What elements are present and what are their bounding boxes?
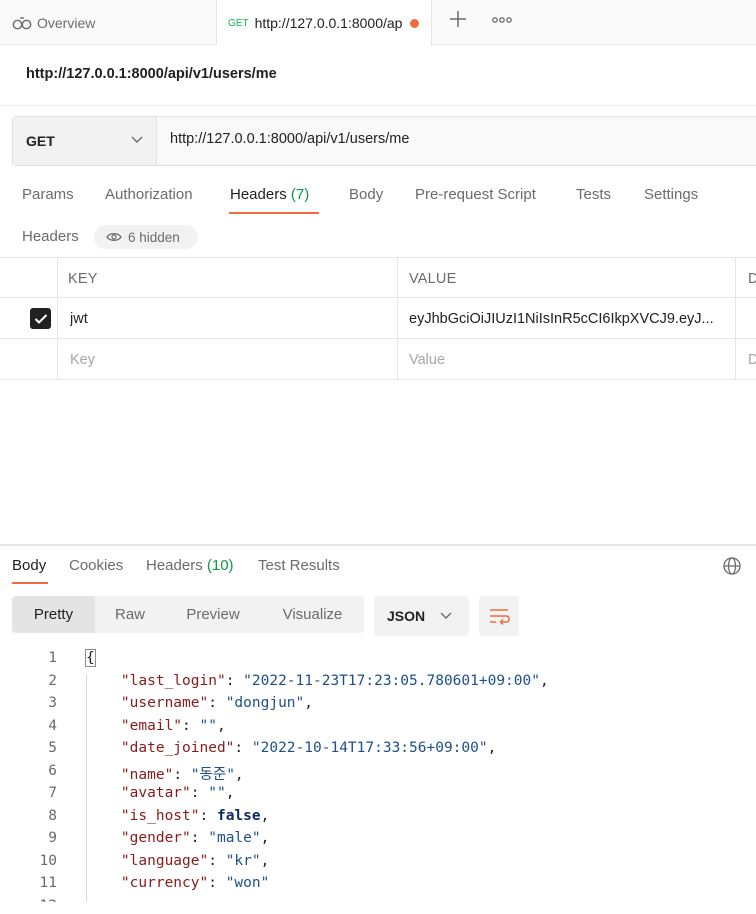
table-header-row: KEY VALUE D: [0, 257, 756, 299]
response-tab-headers[interactable]: Headers (10): [146, 557, 234, 574]
key-placeholder[interactable]: Key: [70, 339, 95, 380]
response-tab-test-results[interactable]: Test Results: [258, 557, 340, 574]
line-number: 8: [48, 807, 57, 824]
line-number: 4: [48, 717, 57, 734]
code-line: "currency": "won": [120, 875, 270, 891]
tab-bar: Overview GET http://127.0.0.1:8000/api/v…: [0, 0, 756, 46]
line-number: 6: [48, 762, 57, 779]
line-number: 2: [48, 672, 57, 689]
tab-prerequest-script[interactable]: Pre-request Script: [415, 186, 536, 203]
value-placeholder[interactable]: Value: [409, 339, 445, 380]
tab-authorization[interactable]: Authorization: [105, 186, 193, 203]
code-line: "avatar": "",: [120, 785, 235, 801]
unsaved-dot-icon: [409, 18, 419, 28]
tab-method: GET: [228, 17, 249, 29]
code-line: "is_host": false,: [120, 807, 270, 824]
response-body-editor[interactable]: 123456789101112 { "last_login": "2022-11…: [0, 648, 756, 902]
chevron-down-icon: [440, 612, 452, 619]
view-preview-button[interactable]: Preview: [165, 596, 261, 633]
response-tab-cookies[interactable]: Cookies: [69, 557, 123, 574]
code-line: "name": "동준",: [120, 766, 244, 783]
tab-body[interactable]: Body: [349, 186, 383, 203]
column-value: VALUE: [409, 270, 457, 287]
response-divider[interactable]: [0, 544, 756, 546]
url-bar: GET http://127.0.0.1:8000/api/v1/users/m…: [12, 116, 756, 166]
new-tab-plus-icon[interactable]: [446, 8, 470, 32]
hidden-chip-label: 6 hidden: [128, 229, 180, 245]
line-number: 3: [48, 695, 57, 711]
url-input[interactable]: http://127.0.0.1:8000/api/v1/users/me: [170, 131, 409, 147]
tab-headers-count: (7): [290, 186, 310, 203]
line-number: 11: [39, 875, 57, 891]
tab-overview-label: Overview: [37, 14, 96, 31]
view-pretty-button[interactable]: Pretty: [12, 596, 95, 633]
request-tabs: Params Authorization Headers (7) Body Pr…: [0, 180, 756, 216]
wrap-lines-icon: [490, 609, 510, 626]
code-line: "email": "",: [120, 717, 226, 734]
code-open-brace: {: [85, 649, 96, 667]
request-name[interactable]: http://127.0.0.1:8000/api/v1/users/me: [26, 66, 277, 82]
headers-section-label: Headers: [22, 228, 79, 245]
line-number: 5: [48, 740, 57, 756]
active-response-tab-indicator: [12, 582, 48, 584]
code-line: "last_login": "2022-11-23T17:23:05.78060…: [120, 672, 549, 689]
wrap-lines-button[interactable]: [479, 596, 519, 636]
header-key-cell[interactable]: jwt: [70, 298, 88, 339]
code-line: "date_joined": "2022-10-14T17:33:56+09:0…: [120, 740, 497, 756]
tab-settings[interactable]: Settings: [644, 186, 698, 203]
divider: [0, 105, 756, 106]
method-label: GET: [26, 133, 55, 149]
column-description: D: [748, 270, 756, 287]
view-visualize-button[interactable]: Visualize: [261, 596, 364, 633]
header-value-cell[interactable]: eyJhbGciOiJIUzI1NiIsInR5cCI6IkpXVCJ9.eyJ…: [409, 298, 733, 339]
tab-request[interactable]: GET http://127.0.0.1:8000/api/v1/users/m…: [217, 0, 432, 46]
globe-icon[interactable]: [722, 556, 742, 576]
more-options-icon[interactable]: [490, 10, 514, 30]
format-select[interactable]: JSON: [374, 596, 469, 636]
line-number: 9: [48, 830, 57, 846]
chevron-down-icon: [131, 136, 143, 143]
view-mode-group: Pretty Raw Preview Visualize: [12, 596, 364, 633]
tab-headers-label: Headers: [230, 186, 287, 203]
code-line: "username": "dongjun",: [120, 695, 314, 711]
response-headers-count: (10): [206, 557, 234, 574]
response-tab-body[interactable]: Body: [12, 557, 46, 574]
tab-headers[interactable]: Headers (7): [230, 186, 309, 203]
code-line: "language": "kr",: [120, 852, 270, 869]
active-tab-indicator: [229, 212, 319, 214]
tab-params[interactable]: Params: [22, 186, 74, 203]
eye-icon: [106, 233, 122, 241]
checkbox-checked-icon[interactable]: [30, 308, 51, 329]
method-select[interactable]: GET: [13, 117, 157, 165]
line-number: 10: [39, 852, 57, 869]
description-placeholder[interactable]: D: [748, 339, 756, 380]
format-label: JSON: [387, 608, 426, 624]
table-row-empty: Key Value D: [0, 339, 756, 380]
line-number: 12: [0, 898, 57, 903]
line-number: 7: [48, 785, 57, 801]
column-key: KEY: [68, 270, 98, 287]
tab-overview[interactable]: Overview: [0, 0, 217, 45]
code-line: "gender": "male",: [120, 830, 270, 846]
line-number: 1: [48, 650, 57, 666]
response-headers-label: Headers: [146, 557, 203, 574]
hidden-headers-toggle[interactable]: 6 hidden: [94, 225, 198, 249]
tab-tests[interactable]: Tests: [576, 186, 611, 203]
view-raw-button[interactable]: Raw: [95, 596, 165, 633]
table-row: jwt eyJhbGciOiJIUzI1NiIsInR5cCI6IkpXVCJ9…: [0, 298, 756, 339]
tab-url: http://127.0.0.1:8000/api/v1/users/me: [254, 15, 403, 31]
overview-icon: [12, 16, 32, 29]
